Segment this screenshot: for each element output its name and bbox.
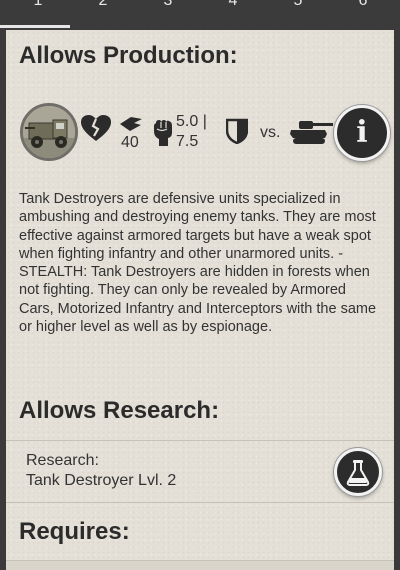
shield-icon xyxy=(226,118,248,144)
requires-title: Requires: xyxy=(19,518,130,545)
fist-icon xyxy=(154,120,172,146)
tab-1[interactable]: 1 xyxy=(28,0,48,10)
research-label: Research: xyxy=(26,452,99,469)
attack-value-secondary: 7.5 xyxy=(176,133,199,150)
tank-destroyer-unit-icon[interactable] xyxy=(20,103,78,161)
broken-heart-icon xyxy=(81,115,111,141)
tank-icon xyxy=(290,121,333,144)
flask-icon xyxy=(346,460,370,486)
speed-wing-icon xyxy=(120,117,142,131)
allows-research-title: Allows Research: xyxy=(19,397,220,424)
tab-5[interactable]: 5 xyxy=(288,0,308,10)
research-button[interactable] xyxy=(334,448,382,496)
versus-label: vs. xyxy=(260,124,281,141)
divider xyxy=(6,440,394,441)
active-tab-indicator xyxy=(0,25,70,28)
tab-bar: 1 2 3 4 5 6 xyxy=(0,0,400,30)
tab-3[interactable]: 3 xyxy=(158,0,178,10)
divider xyxy=(6,502,394,503)
unit-info-button[interactable]: i xyxy=(334,105,390,161)
tab-6[interactable]: 6 xyxy=(353,0,373,10)
unit-detail-panel: Allows Production: 40 5.0 | 7.5 vs. i Ta… xyxy=(6,30,394,570)
tab-4[interactable]: 4 xyxy=(223,0,243,10)
tab-2[interactable]: 2 xyxy=(93,0,113,10)
speed-value: 40 xyxy=(121,134,139,151)
allows-production-title: Allows Production: xyxy=(19,42,238,69)
unit-description: Tank Destroyers are defensive units spec… xyxy=(19,191,377,336)
attack-value-primary: 5.0 | xyxy=(176,113,207,130)
requires-list-top xyxy=(6,560,394,570)
info-icon: i xyxy=(356,115,368,150)
research-item-name: Tank Destroyer Lvl. 2 xyxy=(26,472,177,489)
